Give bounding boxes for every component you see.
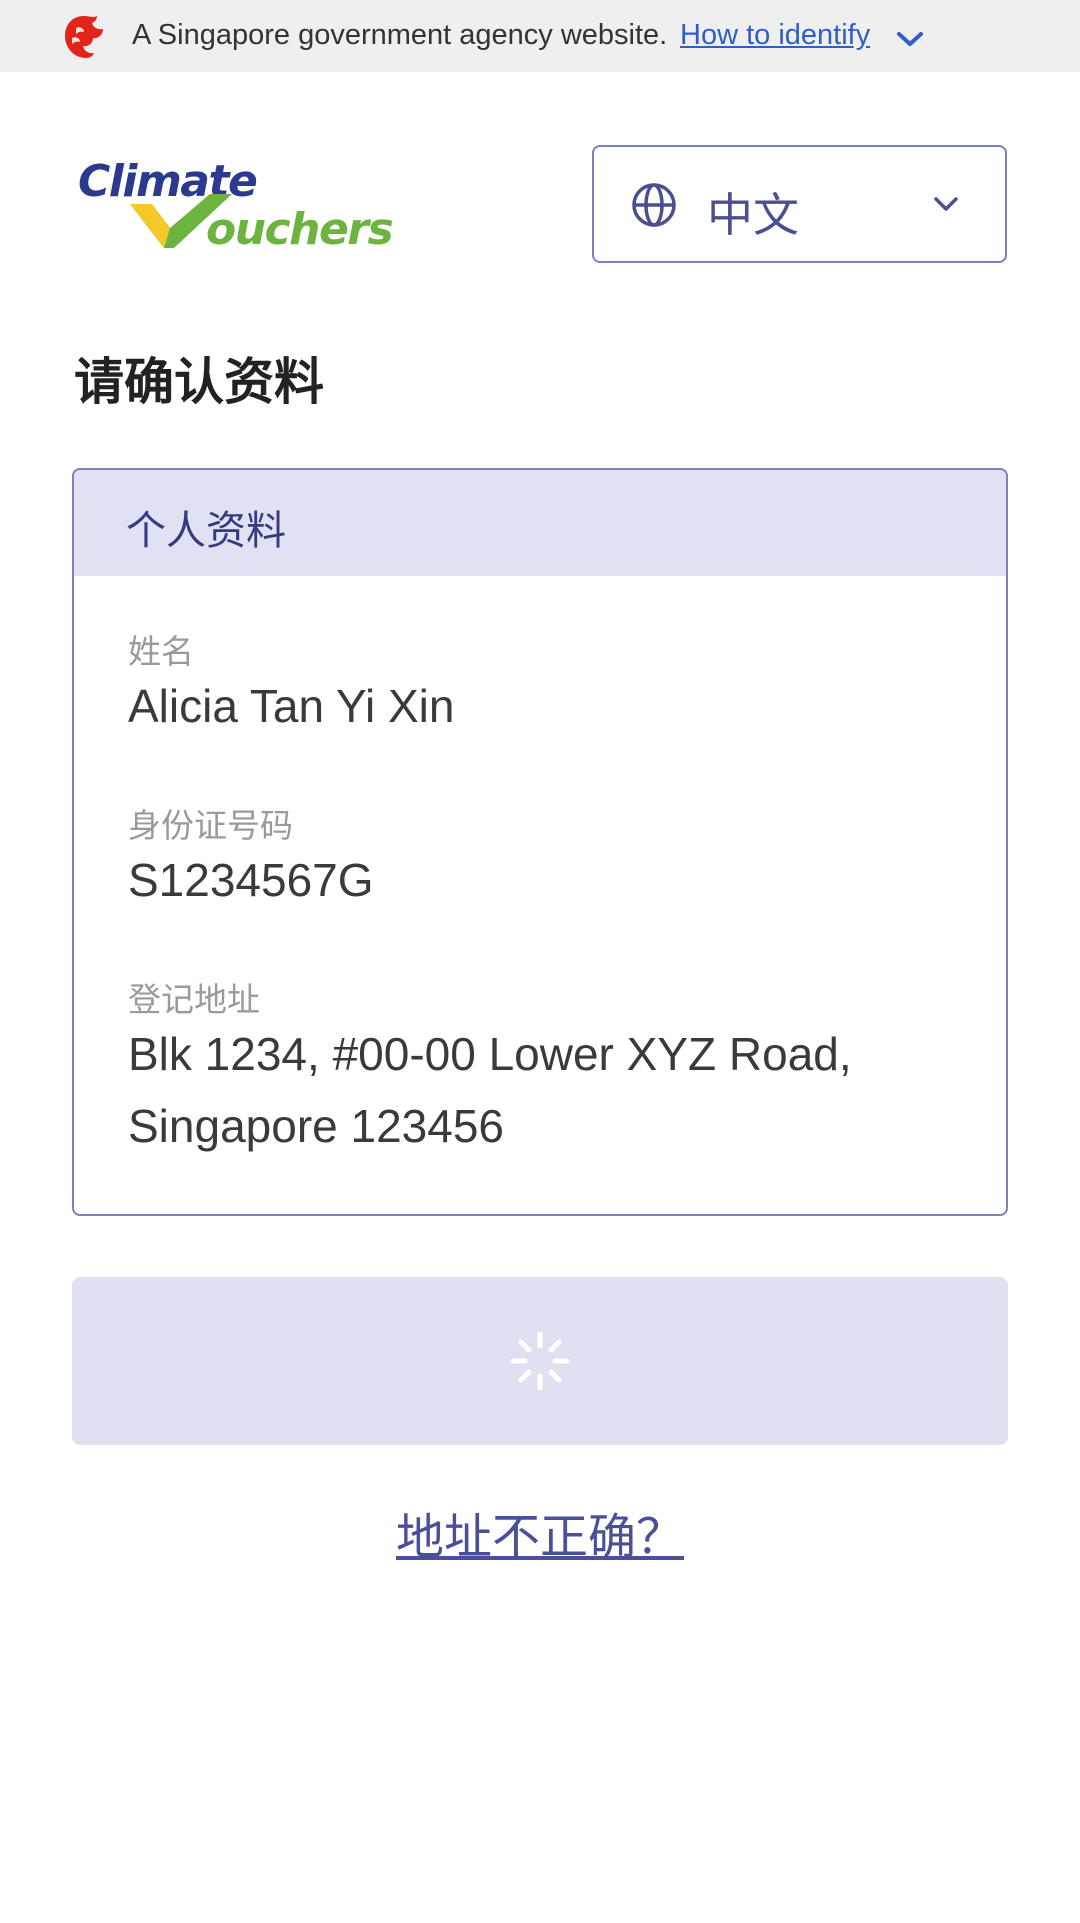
how-to-identify-link[interactable]: How to identify bbox=[680, 19, 870, 52]
climate-vouchers-logo: Climate ouchers bbox=[78, 158, 394, 250]
chevron-down-icon[interactable] bbox=[896, 30, 924, 48]
merlion-crest-icon bbox=[65, 16, 103, 58]
address-value-line1: Blk 1234, #00-00 Lower XYZ Road, bbox=[128, 1028, 852, 1080]
confirm-button-loading[interactable] bbox=[72, 1277, 1008, 1445]
language-selected-value: 中文 bbox=[707, 188, 799, 242]
incorrect-address-link[interactable]: 地址不正确？ bbox=[0, 1497, 1080, 1567]
chevron-down-icon bbox=[934, 197, 958, 211]
logo-line2: ouchers bbox=[206, 204, 393, 250]
personal-details-card: 个人资料 姓名 Alicia Tan Yi Xin 身份证号码 S1234567… bbox=[72, 468, 1008, 1216]
card-header: 个人资料 bbox=[74, 470, 1006, 576]
loading-spinner-icon bbox=[510, 1331, 570, 1391]
card-title: 个人资料 bbox=[126, 508, 286, 554]
page-title: 请确认资料 bbox=[74, 353, 324, 411]
nric-value: S1234567G bbox=[128, 854, 374, 906]
masthead-text: A Singapore government agency website. bbox=[132, 19, 668, 51]
logo-line1: Climate bbox=[78, 158, 257, 207]
globe-icon bbox=[632, 183, 676, 227]
gov-masthead: A Singapore government agency website. H… bbox=[0, 0, 1080, 72]
nric-label: 身份证号码 bbox=[128, 806, 293, 845]
name-value: Alicia Tan Yi Xin bbox=[128, 680, 455, 732]
address-label: 登记地址 bbox=[128, 980, 260, 1019]
name-label: 姓名 bbox=[128, 632, 194, 671]
language-select[interactable]: 中文 bbox=[592, 145, 1007, 263]
address-value-line2: Singapore 123456 bbox=[128, 1100, 504, 1152]
